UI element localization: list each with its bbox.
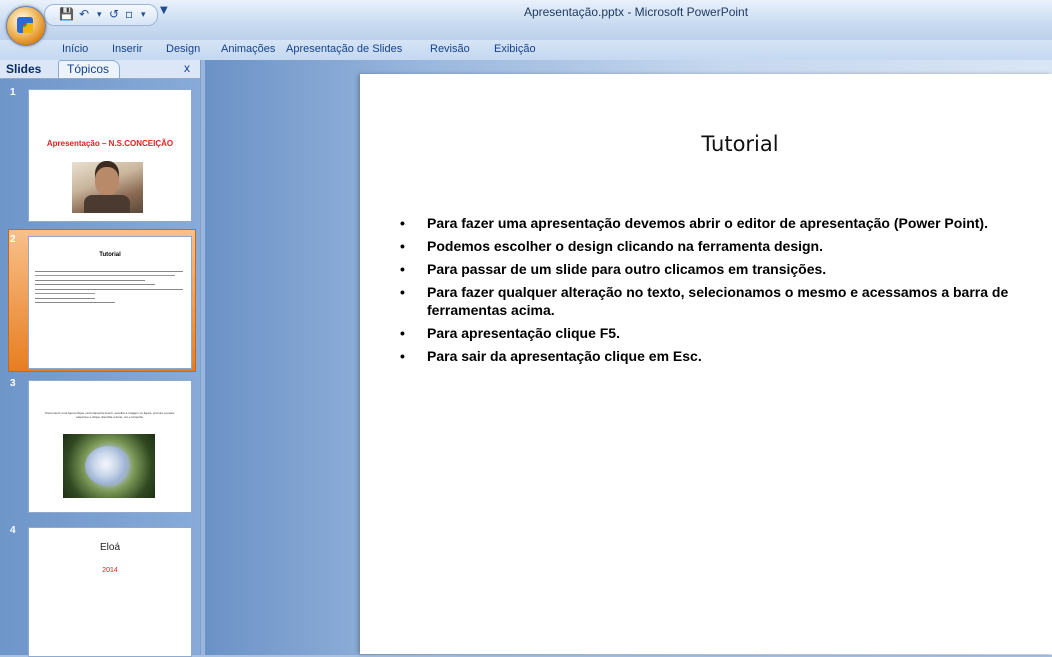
tab-inserir[interactable]: Inserir <box>112 43 143 55</box>
thumbnail-canvas[interactable]: Para inserir uma figura clique na ferram… <box>28 380 192 513</box>
tab-inicio[interactable]: Início <box>62 43 88 55</box>
thumbnail-title: Apresentação – N.S.CONCEIÇÃO <box>46 139 174 148</box>
tab-revisao[interactable]: Revisão <box>430 43 470 55</box>
bullet-item[interactable]: Para fazer qualquer alteração no texto, … <box>400 283 1025 319</box>
slide-number: 4 <box>10 525 16 536</box>
tab-apresentacao-de-slides[interactable]: Apresentação de Slides <box>286 43 402 55</box>
portrait-photo <box>72 162 143 213</box>
office-button[interactable] <box>6 6 46 46</box>
thumbnail-canvas[interactable]: Apresentação – N.S.CONCEIÇÃO <box>28 89 192 222</box>
bullet-item[interactable]: Para apresentação clique F5. <box>400 324 1025 342</box>
thumbnail-text: Para inserir uma figura clique na ferram… <box>45 411 175 419</box>
thumbnail-canvas[interactable]: Tutorial <box>28 236 192 369</box>
office-logo-icon <box>17 17 33 33</box>
close-pane-icon[interactable]: x <box>184 61 190 75</box>
tab-animacoes[interactable]: Animações <box>221 43 275 55</box>
pane-tabs: Slides Tópicos x <box>0 60 200 79</box>
slide-number: 2 <box>10 234 16 245</box>
title-bar: 💾 ↶ ▾ ↺ ▫ ▾ ▼ Apresentação.pptx - Micros… <box>0 0 1052 46</box>
tab-slides[interactable]: Slides <box>6 62 41 76</box>
bullet-item[interactable]: Para passar de um slide para outro clica… <box>400 260 1025 278</box>
slide-canvas[interactable]: Tutorial Para fazer uma apresentação dev… <box>360 74 1052 654</box>
tab-design[interactable]: Design <box>166 43 200 55</box>
slide-title[interactable]: Tutorial <box>360 132 1052 156</box>
tab-exibicao[interactable]: Exibição <box>494 43 536 55</box>
thumbnail-title: Eloá <box>99 542 120 553</box>
slides-pane: Slides Tópicos x 1 Apresentação – N.S.CO… <box>0 60 200 657</box>
slide-number: 3 <box>10 378 16 389</box>
thumbnail-canvas[interactable]: Eloá 2014 <box>28 527 192 657</box>
slide-bullet-list[interactable]: Para fazer uma apresentação devemos abri… <box>400 214 1025 370</box>
ribbon-tabs: Início Inserir Design Animações Apresent… <box>0 40 1052 60</box>
hydrangea-photo <box>63 434 155 498</box>
bullet-item[interactable]: Para fazer uma apresentação devemos abri… <box>400 214 1025 232</box>
thumbnail-title: Tutorial <box>99 252 121 258</box>
slide-number: 1 <box>10 87 16 98</box>
tab-topicos[interactable]: Tópicos <box>58 60 121 78</box>
thumbnail-subtitle: 2014 <box>102 567 118 574</box>
window-title: Apresentação.pptx - Microsoft PowerPoint <box>523 5 749 19</box>
bullet-item[interactable]: Para sair da apresentação clique em Esc. <box>400 347 1025 365</box>
bullet-item[interactable]: Podemos escolher o design clicando na fe… <box>400 237 1025 255</box>
